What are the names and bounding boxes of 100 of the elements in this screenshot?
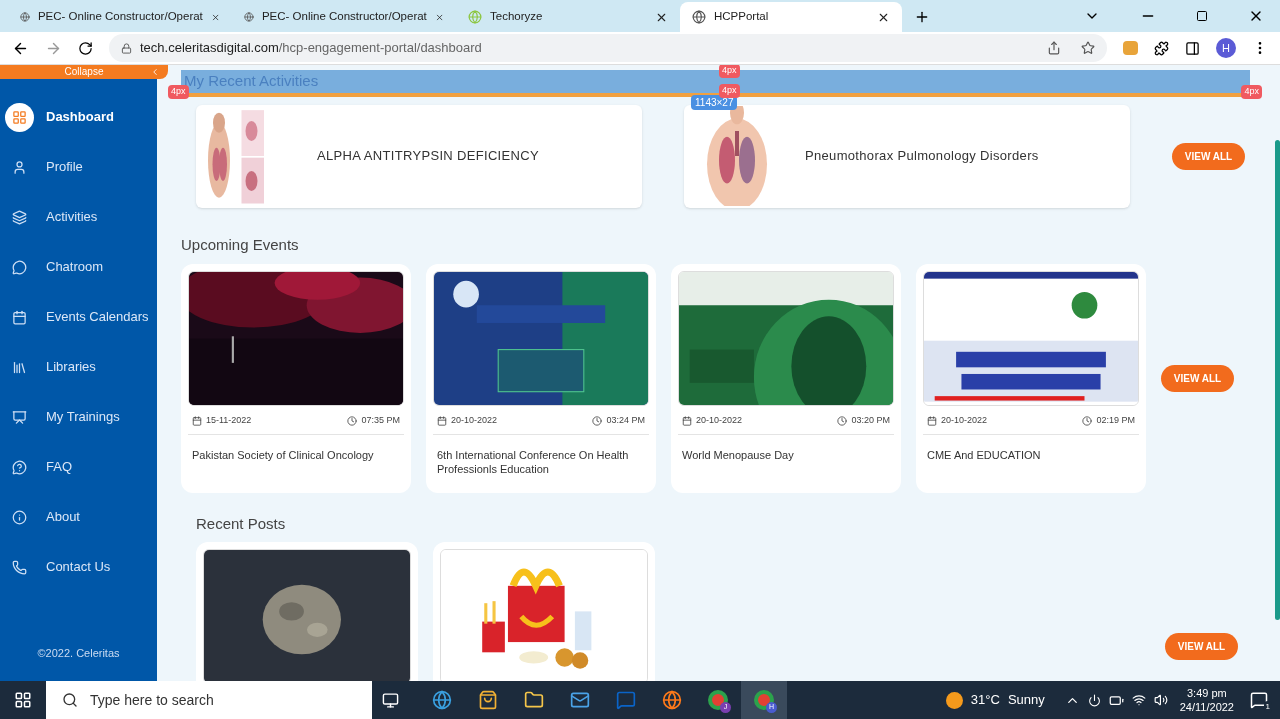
clock-time: 3:49 pm: [1187, 686, 1227, 700]
app-icon[interactable]: [662, 690, 682, 710]
event-date: 20-10-2022: [941, 414, 988, 427]
tab-title: HCPPortal: [714, 9, 770, 25]
event-title: CME And EDUCATION: [926, 447, 1042, 462]
reload-icon[interactable]: [78, 40, 93, 56]
search-icon: [62, 692, 78, 708]
sidebar-label: Libraries: [46, 358, 96, 377]
activity-card[interactable]: ALPHA ANTITRYPSIN DEFICIENCY: [196, 104, 642, 208]
calendar-icon: [927, 415, 937, 426]
menu-item-icon: [12, 359, 27, 375]
app-icon[interactable]: [432, 690, 452, 710]
weather-sun-icon: [945, 691, 963, 709]
sidebar-item[interactable]: Libraries: [0, 342, 157, 392]
menu-item-icon: [12, 559, 27, 575]
event-time: 03:20 PM: [851, 414, 890, 427]
event-time: 03:24 PM: [606, 414, 645, 427]
sidebar-label: Chatroom: [46, 258, 104, 277]
menu-item-icon: [12, 209, 27, 225]
task-view-icon[interactable]: [382, 691, 399, 709]
event-title: World Menopause Day: [681, 447, 795, 462]
sidebar-item[interactable]: Contact Us: [0, 542, 157, 592]
extensions-icon[interactable]: [1154, 40, 1169, 56]
sidebar-item[interactable]: Chatroom: [0, 242, 157, 292]
menu-item-icon: [12, 309, 27, 325]
calendar-icon: [682, 415, 692, 426]
size-label: 1143×27: [691, 95, 738, 110]
browser-tab[interactable]: HCPPortal: [680, 2, 902, 32]
url-text: tech.celeritasdigital.com/hcp-engagement-portal/dashboard: [140, 39, 482, 58]
browser-tab[interactable]: Techoryze: [456, 2, 680, 32]
browser-tab[interactable]: PEC- Online Constructor/Operat: [8, 2, 232, 32]
weather-temperature: 31°C: [970, 691, 1000, 710]
calendar-icon: [192, 415, 202, 426]
event-date: 20-10-2022: [451, 414, 498, 427]
app-icon[interactable]: [478, 690, 498, 710]
clock-icon: [592, 415, 603, 426]
browser-tab[interactable]: PEC- Online Constructor/Operat: [232, 2, 456, 32]
site-icon: [692, 10, 706, 24]
activity-title: ALPHA ANTITRYPSIN DEFICIENCY: [317, 147, 539, 166]
wifi-icon[interactable]: [1131, 693, 1146, 707]
site-icon: [468, 10, 482, 24]
tab-title: PEC- Online Constructor/Operat: [37, 9, 203, 25]
address-field[interactable]: tech.celeritasdigital.com/hcp-engagement-portal/dashboard: [109, 34, 1107, 62]
activity-title: Pneumothorax Pulmonology Disorders: [805, 147, 1039, 166]
event-card[interactable]: 20-10-2022 02:19 PM CME And EDUCATION: [916, 264, 1146, 493]
dashboard-icon: [5, 102, 34, 132]
bookmark-star-icon[interactable]: [1081, 41, 1095, 55]
sidebar-label: My Trainings: [46, 408, 120, 427]
event-date: 20-10-2022: [696, 414, 743, 427]
site-icon: [20, 10, 30, 24]
event-card[interactable]: 15-11-2022 07:35 PM Pakistan Society of Clinical Oncology: [181, 264, 411, 493]
menu-item-icon: [12, 459, 27, 475]
menu-item-icon: [12, 509, 27, 525]
tab-title: PEC- Online Constructor/Operat: [261, 9, 427, 25]
sidebar-item[interactable]: Dashboard: [0, 92, 157, 142]
margin-label: 4px: [168, 85, 189, 99]
event-card[interactable]: 20-10-2022 03:24 PM 6th International Conference On Health Professionls Education: [426, 264, 656, 493]
new-tab-icon[interactable]: [914, 9, 930, 25]
clock-icon: [1082, 415, 1093, 426]
tray-icon[interactable]: [1087, 693, 1101, 707]
section-title: Upcoming Events: [181, 234, 300, 255]
sidebar-item[interactable]: Activities: [0, 192, 157, 242]
copyright-text: ©2022. Celeritas: [36, 646, 121, 661]
sidebar-label: FAQ: [46, 458, 72, 477]
margin-label: 4px: [719, 65, 740, 78]
app-icon[interactable]: [524, 690, 544, 710]
sidebar-item[interactable]: Profile: [0, 142, 157, 192]
event-title: Pakistan Society of Clinical Oncology: [191, 447, 375, 462]
clock-icon: [837, 415, 848, 426]
sidebar-label: Dashboard: [46, 108, 114, 127]
margin-label: 4px: [1241, 85, 1262, 99]
sidebar-label: Contact Us: [46, 558, 111, 577]
sidebar-label: Events Calendars: [46, 308, 149, 327]
weather-condition: Sunny: [1007, 691, 1045, 710]
menu-item-icon: [12, 159, 27, 175]
sidebar-item[interactable]: Events Calendars: [0, 292, 157, 342]
sidebar-label: Activities: [46, 208, 98, 227]
app-icon[interactable]: [570, 690, 590, 710]
sidebar-item[interactable]: My Trainings: [0, 392, 157, 442]
event-time: 02:19 PM: [1096, 414, 1135, 427]
sidebar-item[interactable]: FAQ: [0, 442, 157, 492]
event-card[interactable]: 20-10-2022 03:20 PM World Menopause Day: [671, 264, 901, 493]
taskbar-search-field[interactable]: Type here to search: [46, 681, 372, 719]
tab-title: Techoryze: [490, 9, 544, 25]
share-icon[interactable]: [1047, 41, 1061, 55]
event-title: 6th International Conference On Health Professionls Education: [436, 447, 630, 476]
event-date: 15-11-2022: [206, 414, 252, 427]
clock-date: 24/11/2022: [1179, 700, 1234, 714]
side-panel-icon[interactable]: [1185, 40, 1200, 56]
sidebar-item[interactable]: About: [0, 492, 157, 542]
maximize-icon[interactable]: [1196, 10, 1208, 22]
clock-icon: [347, 415, 358, 426]
chevron-left-icon: [150, 67, 160, 77]
menu-item-icon: [12, 259, 27, 275]
section-title: Recent Posts: [195, 514, 287, 534]
menu-item-icon: [12, 409, 27, 425]
profile-avatar[interactable]: H: [1216, 38, 1236, 58]
volume-icon[interactable]: [1153, 693, 1168, 707]
calendar-icon: [437, 415, 447, 426]
sidebar-label: Profile: [46, 158, 83, 177]
